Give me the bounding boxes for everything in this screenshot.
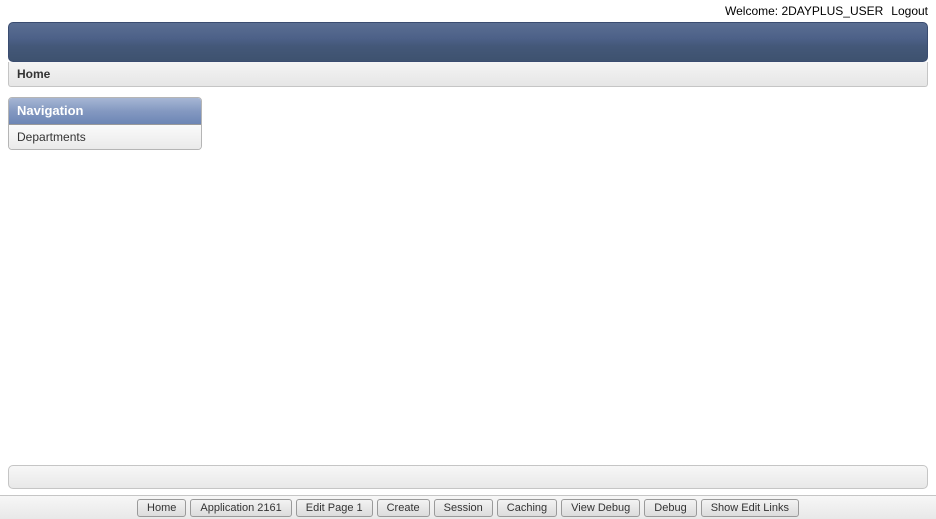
dev-create-button[interactable]: Create	[377, 499, 430, 517]
username: 2DAYPLUS_USER	[781, 4, 883, 18]
navigation-region: Navigation Departments	[8, 97, 202, 150]
dev-caching-button[interactable]: Caching	[497, 499, 557, 517]
dev-edit-page-button[interactable]: Edit Page 1	[296, 499, 373, 517]
navigation-region-title: Navigation	[9, 98, 201, 125]
footer-bar	[8, 465, 928, 489]
welcome-text: Welcome: 2DAYPLUS_USER	[725, 4, 883, 18]
nav-item-departments[interactable]: Departments	[9, 125, 201, 149]
logout-link[interactable]: Logout	[891, 4, 928, 18]
dev-home-button[interactable]: Home	[137, 499, 186, 517]
dev-show-edit-links-button[interactable]: Show Edit Links	[701, 499, 799, 517]
user-top-bar: Welcome: 2DAYPLUS_USER Logout	[0, 0, 936, 20]
main-content: Navigation Departments	[0, 87, 936, 150]
welcome-label: Welcome:	[725, 4, 781, 18]
dev-application-button[interactable]: Application 2161	[190, 499, 291, 517]
breadcrumb: Home	[8, 62, 928, 87]
dev-session-button[interactable]: Session	[434, 499, 493, 517]
breadcrumb-home[interactable]: Home	[17, 67, 50, 81]
dev-debug-button[interactable]: Debug	[644, 499, 696, 517]
developer-toolbar: Home Application 2161 Edit Page 1 Create…	[0, 495, 936, 519]
header-banner	[8, 22, 928, 62]
dev-view-debug-button[interactable]: View Debug	[561, 499, 640, 517]
